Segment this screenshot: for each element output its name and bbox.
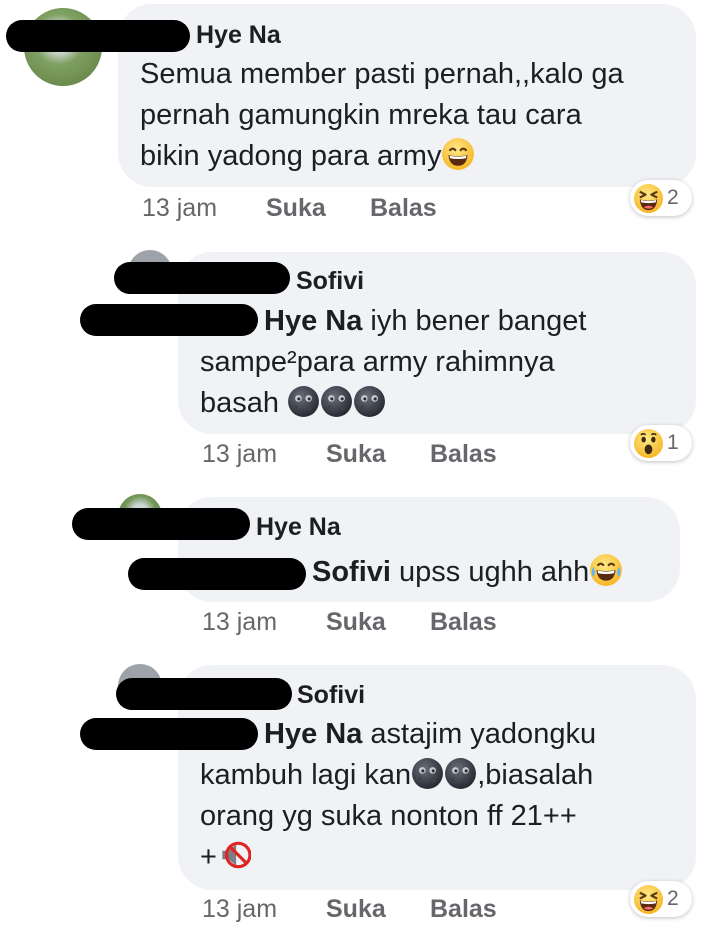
laughing-squint-emoji-icon — [633, 182, 664, 214]
reply-button[interactable]: Balas — [430, 440, 497, 469]
redacted-mention-bar — [80, 304, 258, 336]
comment-text-segment: iyh bener banget — [370, 305, 587, 337]
reply-button[interactable]: Balas — [370, 194, 437, 223]
comment-text-line: basah — [200, 383, 386, 424]
comment-meta: 13 jam Suka Balas — [0, 440, 720, 472]
reaction-badge[interactable]: 2 — [630, 881, 692, 917]
new-moon-face-emoji-icon — [321, 386, 353, 417]
new-moon-face-emoji-icon — [445, 758, 477, 789]
comment-text-line: Sofivi upss ughh ahh — [312, 552, 624, 593]
like-button[interactable]: Suka — [326, 895, 386, 924]
comment-text-segment: kambuh lagi kan — [200, 759, 412, 791]
reaction-badge[interactable]: 2 — [630, 180, 692, 216]
comment-text-line: Hye Na iyh bener banget — [264, 301, 586, 342]
reply-button[interactable]: Balas — [430, 608, 497, 637]
reaction-count: 1 — [667, 431, 679, 454]
redacted-mention-bar — [80, 718, 258, 750]
redacted-name-bar — [6, 20, 190, 52]
comment-text-segment: basah — [200, 387, 280, 419]
comment-text-line: sampe²para army rahimnya — [200, 346, 555, 378]
comment-text-line: Semua member pasti pernah,,kalo ga — [140, 58, 624, 90]
tears-of-joy-emoji-icon — [589, 553, 624, 587]
comment-meta: 13 jam Suka Balas — [0, 194, 720, 226]
comment-text-segment: ,biasalah — [477, 759, 594, 791]
comment-text-segment: bikin yadong para army — [140, 140, 442, 172]
redacted-name-bar — [72, 508, 250, 540]
comment-text-line: bikin yadong para army — [140, 136, 476, 177]
comment-author[interactable]: Hye Na — [196, 20, 281, 50]
like-button[interactable]: Suka — [326, 440, 386, 469]
new-moon-face-emoji-icon — [354, 386, 386, 417]
reaction-count: 2 — [667, 887, 679, 910]
laughing-squint-emoji-icon — [633, 883, 664, 915]
grinning-emoji-icon — [441, 137, 476, 171]
like-button[interactable]: Suka — [326, 608, 386, 637]
comment-text-line: Hye Na astajim yadongku — [264, 714, 596, 755]
mention-tag[interactable]: Hye Na — [264, 718, 362, 750]
redacted-name-bar — [114, 262, 290, 294]
mention-tag[interactable]: Hye Na — [264, 305, 362, 337]
comment-author[interactable]: Hye Na — [256, 512, 341, 542]
comment-text-line: pernah gamungkin mreka tau cara — [140, 99, 582, 131]
wow-emoji-icon — [633, 427, 664, 459]
reaction-badge[interactable]: 1 — [630, 425, 692, 461]
timestamp: 13 jam — [142, 194, 218, 222]
reaction-count: 2 — [667, 186, 679, 209]
comment-text-segment: astajim yadongku — [370, 718, 597, 750]
new-moon-face-emoji-icon — [288, 386, 320, 417]
comment-meta: 13 jam Suka Balas — [0, 608, 720, 640]
timestamp: 13 jam — [202, 895, 278, 923]
comment-meta: 13 jam Suka Balas — [0, 895, 720, 927]
mute-speaker-icon — [220, 841, 251, 869]
timestamp: 13 jam — [202, 608, 278, 636]
mention-tag[interactable]: Sofivi — [312, 556, 391, 588]
comment-text-line: + — [200, 837, 251, 878]
comment-text-segment: + — [200, 841, 217, 873]
new-moon-face-emoji-icon — [412, 758, 444, 789]
comment-author[interactable]: Sofivi — [296, 266, 364, 296]
redacted-name-bar — [116, 678, 292, 710]
reply-button[interactable]: Balas — [430, 895, 497, 924]
redacted-mention-bar — [128, 558, 306, 590]
like-button[interactable]: Suka — [266, 194, 326, 223]
timestamp: 13 jam — [202, 440, 278, 468]
comment-text-line: orang yg suka nonton ff 21++ — [200, 800, 577, 832]
comment-text-line: kambuh lagi kan ,biasalah — [200, 755, 593, 796]
comment-author[interactable]: Sofivi — [297, 680, 365, 710]
comment-text-segment: upss ughh ahh — [399, 556, 590, 588]
